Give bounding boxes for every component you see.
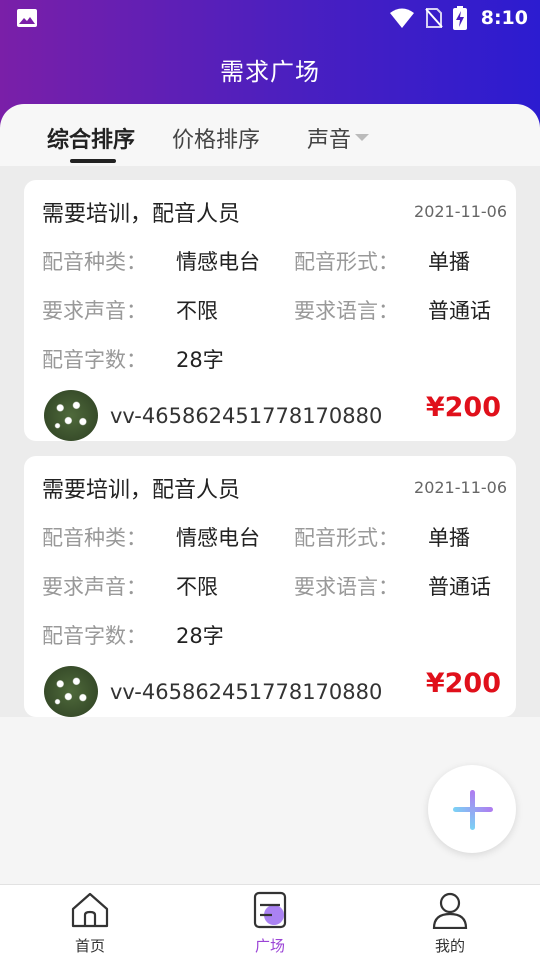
nav-label-mine: 我的 bbox=[434, 937, 465, 955]
wifi-icon bbox=[389, 8, 414, 28]
nav-item-square[interactable]: 广场 bbox=[180, 885, 360, 960]
language-req-label: 要求语言： bbox=[294, 575, 399, 599]
username: vv-465862451778170880 bbox=[110, 680, 383, 704]
card-title: 需要培训，配音人员 bbox=[42, 478, 241, 503]
caret-down-icon bbox=[355, 133, 370, 141]
no-sim-icon bbox=[424, 8, 443, 28]
status-time: 8:10 bbox=[480, 7, 528, 29]
dub-form-label: 配音形式： bbox=[294, 526, 399, 550]
card-title: 需要培训，配音人员 bbox=[42, 202, 241, 227]
dub-type-label: 配音种类： bbox=[42, 526, 147, 550]
avatar[interactable] bbox=[44, 390, 98, 441]
language-req-value: 普通话 bbox=[428, 575, 491, 599]
demand-card[interactable]: 需要培训，配音人员 2021-11-06 配音种类： 情感电台 配音形式： 单播… bbox=[24, 456, 516, 717]
dub-form-value: 单播 bbox=[428, 250, 470, 274]
language-req-value: 普通话 bbox=[428, 299, 491, 323]
nav-label-home: 首页 bbox=[74, 937, 105, 955]
dub-type-value: 情感电台 bbox=[176, 526, 260, 550]
dub-type-label: 配音种类： bbox=[42, 250, 147, 274]
card-date: 2021-11-06 bbox=[414, 478, 507, 497]
language-req-label: 要求语言： bbox=[294, 299, 399, 323]
tab-voice-filter[interactable]: 声音 bbox=[307, 122, 370, 154]
battery-charging-icon bbox=[452, 6, 467, 30]
demand-list: 需要培训，配音人员 2021-11-06 配音种类： 情感电台 配音形式： 单播… bbox=[0, 166, 540, 717]
demand-card[interactable]: 需要培训，配音人员 2021-11-06 配音种类： 情感电台 配音形式： 单播… bbox=[24, 180, 516, 441]
card-date: 2021-11-06 bbox=[414, 202, 507, 221]
price: ¥200 bbox=[425, 392, 501, 423]
user-icon bbox=[432, 892, 468, 929]
nav-item-mine[interactable]: 我的 bbox=[360, 885, 540, 960]
bottom-nav: 首页 广场 我的 bbox=[0, 884, 540, 960]
nav-item-home[interactable]: 首页 bbox=[0, 885, 180, 960]
add-demand-button[interactable] bbox=[428, 765, 516, 853]
square-icon bbox=[253, 891, 287, 929]
status-bar: 8:10 bbox=[0, 0, 540, 36]
dub-form-value: 单播 bbox=[428, 526, 470, 550]
voice-req-label: 要求声音： bbox=[42, 299, 147, 323]
username: vv-465862451778170880 bbox=[110, 404, 383, 428]
word-count-value: 28字 bbox=[176, 624, 224, 648]
price: ¥200 bbox=[425, 668, 501, 699]
nav-label-square: 广场 bbox=[254, 937, 285, 955]
tab-comprehensive-sort[interactable]: 综合排序 bbox=[47, 122, 135, 154]
voice-req-value: 不限 bbox=[176, 575, 218, 599]
avatar[interactable] bbox=[44, 666, 98, 717]
home-icon bbox=[71, 892, 109, 928]
word-count-label: 配音字数： bbox=[42, 348, 147, 372]
tab-voice-label: 声音 bbox=[307, 128, 352, 153]
voice-req-label: 要求声音： bbox=[42, 575, 147, 599]
voice-req-value: 不限 bbox=[176, 299, 218, 323]
dub-form-label: 配音形式： bbox=[294, 250, 399, 274]
image-icon bbox=[17, 9, 37, 27]
sort-tabs: 综合排序 价格排序 声音 bbox=[0, 104, 540, 166]
tab-price-sort[interactable]: 价格排序 bbox=[172, 122, 260, 154]
active-tab-indicator bbox=[70, 159, 116, 163]
word-count-value: 28字 bbox=[176, 348, 224, 372]
dub-type-value: 情感电台 bbox=[176, 250, 260, 274]
page-title: 需求广场 bbox=[220, 58, 320, 86]
word-count-label: 配音字数： bbox=[42, 624, 147, 648]
plus-icon-vertical bbox=[470, 790, 475, 830]
